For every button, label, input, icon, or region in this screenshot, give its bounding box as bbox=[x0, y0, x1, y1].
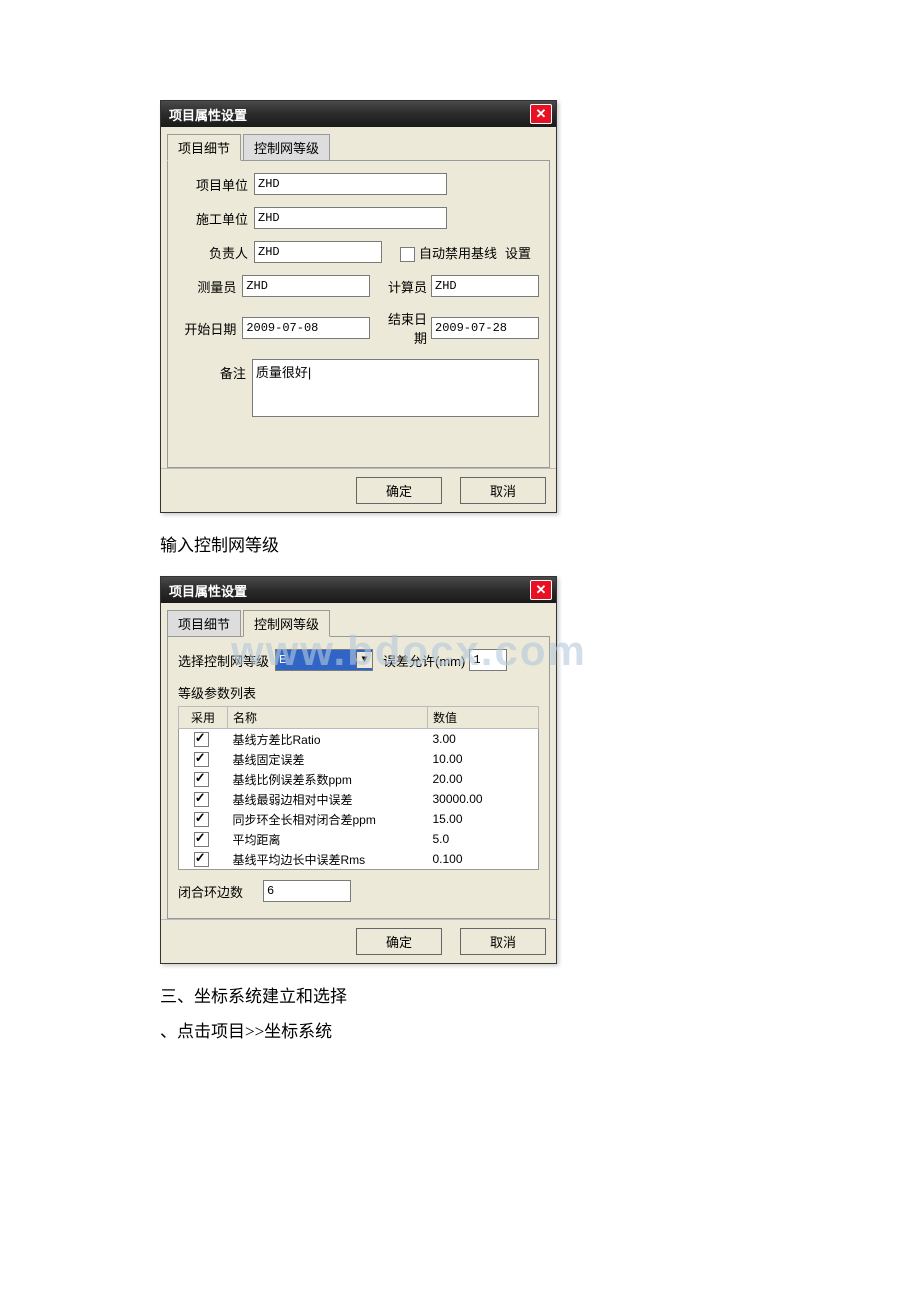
input-calculator[interactable] bbox=[431, 275, 539, 297]
tab-panel-level: 选择控制网等级 E ▼ 误差允许(mm) 等级参数列表 采用 名称 数值 bbox=[167, 636, 550, 919]
checkbox-auto-disable-baseline[interactable] bbox=[400, 247, 415, 262]
param-name: 基线固定误差 bbox=[228, 749, 428, 769]
param-name: 平均距离 bbox=[228, 829, 428, 849]
tab-strip: 项目细节 控制网等级 bbox=[161, 603, 556, 636]
project-properties-dialog-1: 项目属性设置 ✕ 项目细节 控制网等级 项目单位 施工单位 负责人 自动禁用基线 bbox=[160, 100, 557, 513]
label-project-unit: 项目单位 bbox=[178, 175, 254, 194]
tab-strip: 项目细节 控制网等级 bbox=[161, 127, 556, 160]
input-supervisor[interactable] bbox=[254, 241, 382, 263]
label-auto-disable-baseline: 自动禁用基线 bbox=[419, 243, 497, 262]
label-construction-unit: 施工单位 bbox=[178, 209, 254, 228]
param-value: 0.100 bbox=[428, 849, 539, 870]
tab-details[interactable]: 项目细节 bbox=[167, 610, 241, 637]
input-start-date[interactable] bbox=[242, 317, 370, 339]
section-heading-3: 三、坐标系统建立和选择 bbox=[160, 982, 860, 1007]
titlebar: 项目属性设置 ✕ bbox=[161, 577, 556, 603]
param-name: 基线比例误差系数ppm bbox=[228, 769, 428, 789]
tab-control-level[interactable]: 控制网等级 bbox=[243, 134, 330, 161]
table-row: 基线方差比Ratio3.00 bbox=[179, 729, 539, 750]
checkbox-param-use[interactable] bbox=[194, 772, 209, 787]
param-value: 3.00 bbox=[428, 729, 539, 750]
label-tolerance: 误差允许(mm) bbox=[383, 651, 465, 670]
table-row: 基线比例误差系数ppm20.00 bbox=[179, 769, 539, 789]
label-loop-edges: 闭合环边数 bbox=[178, 882, 263, 901]
select-control-level[interactable]: E ▼ bbox=[275, 649, 373, 671]
ok-button[interactable]: 确定 bbox=[356, 477, 442, 504]
checkbox-param-use[interactable] bbox=[194, 752, 209, 767]
label-select-level: 选择控制网等级 bbox=[178, 651, 275, 670]
param-value: 10.00 bbox=[428, 749, 539, 769]
tab-control-level[interactable]: 控制网等级 bbox=[243, 610, 330, 637]
close-icon[interactable]: ✕ bbox=[530, 580, 552, 600]
cancel-button[interactable]: 取消 bbox=[460, 477, 546, 504]
tab-panel-details: 项目单位 施工单位 负责人 自动禁用基线 设置 测量员 计算员 bbox=[167, 160, 550, 468]
dialog-title: 项目属性设置 bbox=[169, 105, 247, 124]
dialog-footer: 确定 取消 bbox=[161, 468, 556, 512]
label-remark: 备注 bbox=[178, 359, 252, 382]
param-value: 30000.00 bbox=[428, 789, 539, 809]
input-project-unit[interactable] bbox=[254, 173, 447, 195]
table-row: 基线最弱边相对中误差30000.00 bbox=[179, 789, 539, 809]
label-calculator: 计算员 bbox=[385, 277, 431, 296]
table-row: 基线平均边长中误差Rms0.100 bbox=[179, 849, 539, 870]
label-end-date: 结束日期 bbox=[385, 309, 431, 347]
settings-link[interactable]: 设置 bbox=[505, 243, 531, 262]
input-loop-edges[interactable] bbox=[263, 880, 351, 902]
col-header-use: 采用 bbox=[179, 707, 228, 729]
project-properties-dialog-2: www.bdocx.com 项目属性设置 ✕ 项目细节 控制网等级 选择控制网等… bbox=[160, 576, 557, 964]
params-table: 采用 名称 数值 基线方差比Ratio3.00基线固定误差10.00基线比例误差… bbox=[178, 706, 539, 870]
input-remark[interactable] bbox=[252, 359, 539, 417]
label-surveyor: 测量员 bbox=[178, 277, 242, 296]
table-row: 基线固定误差10.00 bbox=[179, 749, 539, 769]
input-surveyor[interactable] bbox=[242, 275, 370, 297]
select-control-level-value: E bbox=[279, 653, 286, 667]
col-header-value: 数值 bbox=[428, 707, 539, 729]
checkbox-param-use[interactable] bbox=[194, 832, 209, 847]
param-name: 基线平均边长中误差Rms bbox=[228, 849, 428, 870]
cancel-button[interactable]: 取消 bbox=[460, 928, 546, 955]
checkbox-param-use[interactable] bbox=[194, 812, 209, 827]
input-end-date[interactable] bbox=[431, 317, 539, 339]
input-tolerance[interactable] bbox=[469, 649, 507, 671]
ok-button[interactable]: 确定 bbox=[356, 928, 442, 955]
dialog-footer: 确定 取消 bbox=[161, 919, 556, 963]
label-supervisor: 负责人 bbox=[178, 243, 254, 262]
param-name: 基线最弱边相对中误差 bbox=[228, 789, 428, 809]
col-header-name: 名称 bbox=[228, 707, 428, 729]
instruction-text-1: 输入控制网等级 bbox=[160, 531, 860, 556]
checkbox-param-use[interactable] bbox=[194, 792, 209, 807]
param-value: 5.0 bbox=[428, 829, 539, 849]
tab-details[interactable]: 项目细节 bbox=[167, 134, 241, 161]
param-value: 15.00 bbox=[428, 809, 539, 829]
table-row: 平均距离5.0 bbox=[179, 829, 539, 849]
param-value: 20.00 bbox=[428, 769, 539, 789]
param-name: 同步环全长相对闭合差ppm bbox=[228, 809, 428, 829]
close-icon[interactable]: ✕ bbox=[530, 104, 552, 124]
label-start-date: 开始日期 bbox=[178, 319, 242, 338]
table-row: 同步环全长相对闭合差ppm15.00 bbox=[179, 809, 539, 829]
chevron-down-icon: ▼ bbox=[356, 652, 372, 668]
checkbox-param-use[interactable] bbox=[194, 852, 209, 867]
label-params-header: 等级参数列表 bbox=[178, 683, 539, 702]
checkbox-param-use[interactable] bbox=[194, 732, 209, 747]
param-name: 基线方差比Ratio bbox=[228, 729, 428, 750]
input-construction-unit[interactable] bbox=[254, 207, 447, 229]
dialog-title: 项目属性设置 bbox=[169, 581, 247, 600]
titlebar: 项目属性设置 ✕ bbox=[161, 101, 556, 127]
step-text: 、点击项目>>坐标系统 bbox=[160, 1017, 860, 1042]
